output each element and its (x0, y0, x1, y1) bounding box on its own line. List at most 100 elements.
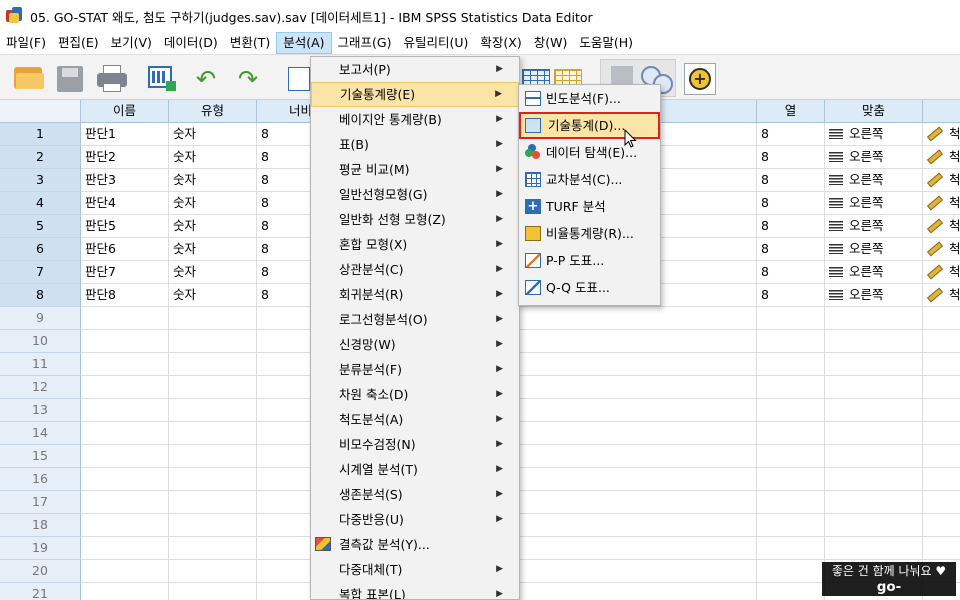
cell-type[interactable] (169, 537, 257, 560)
cell-align[interactable] (825, 399, 923, 422)
row-number[interactable]: 20 (0, 560, 81, 583)
row-number[interactable]: 3 (0, 169, 81, 192)
cell-align[interactable]: 오른쪽 (825, 238, 923, 261)
cell-columns[interactable]: 8 (757, 192, 825, 215)
cell-name[interactable]: 판단8 (81, 284, 169, 307)
header-columns[interactable]: 열 (757, 100, 825, 123)
cell-columns[interactable] (757, 422, 825, 445)
cell-type[interactable] (169, 353, 257, 376)
cell-measure[interactable] (923, 353, 960, 376)
corner-cell[interactable] (0, 100, 81, 123)
cell-name[interactable]: 판단7 (81, 261, 169, 284)
cell-type[interactable] (169, 491, 257, 514)
cell-align[interactable]: 오른쪽 (825, 284, 923, 307)
cell-align[interactable]: 오른쪽 (825, 146, 923, 169)
cell-name[interactable]: 판단1 (81, 123, 169, 146)
cell-columns[interactable] (757, 514, 825, 537)
analyze-menu-item[interactable]: 일반화 선형 모형(Z) ▶ (311, 207, 519, 232)
cell-align[interactable] (825, 330, 923, 353)
analyze-menu-item[interactable]: 회귀분석(R) ▶ (311, 282, 519, 307)
menu-view[interactable]: 보기(V) (105, 32, 158, 54)
row-number[interactable]: 7 (0, 261, 81, 284)
redo-icon[interactable]: ↷ (236, 63, 268, 93)
analyze-menu-item[interactable]: 베이지안 통계량(B) ▶ (311, 107, 519, 132)
cell-measure[interactable] (923, 468, 960, 491)
analyze-menu-item[interactable]: 시계열 분석(T) ▶ (311, 457, 519, 482)
cell-columns[interactable] (757, 583, 825, 600)
cell-measure[interactable] (923, 307, 960, 330)
analyze-menu-item[interactable]: 분류분석(F) ▶ (311, 357, 519, 382)
cell-measure[interactable]: 척도 (923, 238, 960, 261)
cell-name[interactable] (81, 560, 169, 583)
cell-name[interactable] (81, 422, 169, 445)
cell-measure[interactable] (923, 330, 960, 353)
spell-check-icon[interactable]: + (684, 63, 716, 95)
row-number[interactable]: 12 (0, 376, 81, 399)
submenu-item[interactable]: P-P 도표... (519, 247, 660, 274)
cell-align[interactable] (825, 445, 923, 468)
cell-type[interactable]: 숫자 (169, 261, 257, 284)
cell-align[interactable] (825, 491, 923, 514)
open-folder-icon[interactable] (12, 63, 44, 93)
cell-type[interactable]: 숫자 (169, 215, 257, 238)
analyze-menu-item[interactable]: 차원 축소(D) ▶ (311, 382, 519, 407)
analyze-menu-item[interactable]: 평균 비교(M) ▶ (311, 157, 519, 182)
cell-type[interactable]: 숫자 (169, 284, 257, 307)
analyze-menu-item[interactable]: 다중대체(T) ▶ (311, 557, 519, 582)
cell-columns[interactable]: 8 (757, 169, 825, 192)
submenu-item[interactable]: 데이터 탐색(E)... (519, 139, 660, 166)
cell-align[interactable] (825, 537, 923, 560)
cell-type[interactable]: 숫자 (169, 192, 257, 215)
row-number[interactable]: 13 (0, 399, 81, 422)
row-number[interactable]: 9 (0, 307, 81, 330)
cell-name[interactable] (81, 468, 169, 491)
cell-align[interactable] (825, 422, 923, 445)
cell-type[interactable] (169, 560, 257, 583)
cell-measure[interactable] (923, 491, 960, 514)
row-number[interactable]: 1 (0, 123, 81, 146)
cell-measure[interactable]: 척도 (923, 123, 960, 146)
cell-type[interactable] (169, 307, 257, 330)
row-number[interactable]: 8 (0, 284, 81, 307)
cell-measure[interactable] (923, 514, 960, 537)
header-align[interactable]: 맞춤 (825, 100, 923, 123)
header-name[interactable]: 이름 (81, 100, 169, 123)
undo-icon[interactable]: ↶ (194, 63, 226, 93)
cell-measure[interactable]: 척도 (923, 169, 960, 192)
row-number[interactable]: 4 (0, 192, 81, 215)
cell-align[interactable] (825, 376, 923, 399)
cell-type[interactable] (169, 422, 257, 445)
cell-measure[interactable]: 척도 (923, 261, 960, 284)
menu-extensions[interactable]: 확장(X) (474, 32, 527, 54)
analyze-menu-item[interactable]: 상관분석(C) ▶ (311, 257, 519, 282)
menu-edit[interactable]: 편집(E) (52, 32, 105, 54)
menu-data[interactable]: 데이터(D) (158, 32, 224, 54)
analyze-menu-item[interactable]: 신경망(W) ▶ (311, 332, 519, 357)
analyze-menu-item[interactable]: 기술통계량(E) ▶ (311, 82, 519, 107)
cell-align[interactable]: 오른쪽 (825, 123, 923, 146)
row-number[interactable]: 10 (0, 330, 81, 353)
print-icon[interactable] (96, 63, 128, 93)
cell-columns[interactable] (757, 491, 825, 514)
cell-columns[interactable] (757, 307, 825, 330)
cell-type[interactable] (169, 445, 257, 468)
menu-analyze[interactable]: 분석(A) (276, 32, 332, 54)
cell-measure[interactable]: 척도 (923, 192, 960, 215)
cell-name[interactable] (81, 491, 169, 514)
cell-type[interactable]: 숫자 (169, 238, 257, 261)
cell-columns[interactable]: 8 (757, 123, 825, 146)
cell-name[interactable]: 판단6 (81, 238, 169, 261)
cell-measure[interactable]: 척도 (923, 215, 960, 238)
row-number[interactable]: 14 (0, 422, 81, 445)
cell-name[interactable]: 판단5 (81, 215, 169, 238)
analyze-menu-item[interactable]: 복합 표본(L) ▶ (311, 582, 519, 599)
cell-measure[interactable]: 척도 (923, 284, 960, 307)
cell-type[interactable] (169, 583, 257, 600)
row-number[interactable]: 2 (0, 146, 81, 169)
cell-name[interactable] (81, 353, 169, 376)
cell-type[interactable] (169, 399, 257, 422)
cell-name[interactable] (81, 445, 169, 468)
cell-align[interactable] (825, 468, 923, 491)
cell-measure[interactable] (923, 445, 960, 468)
cell-name[interactable] (81, 307, 169, 330)
